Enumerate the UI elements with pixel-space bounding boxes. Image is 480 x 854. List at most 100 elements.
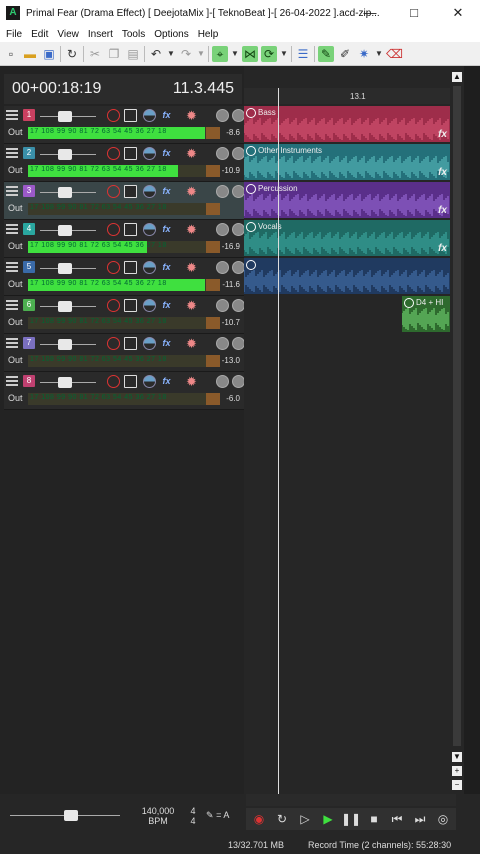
time-signature[interactable]: 44 [186,806,200,826]
fx-icon[interactable]: fx [160,375,173,388]
cut-icon[interactable]: ✂ [87,46,103,62]
snap-icon[interactable]: ⌖ [212,45,228,62]
track-header[interactable]: 6 fx ✹ Out 17 108 99 90 81 72 63 54 45 3… [4,296,245,334]
timeline[interactable]: 13.1 Bass fx Other Instruments fx Percus… [244,66,450,794]
monitor-icon[interactable] [143,109,156,122]
audio-clip[interactable]: Bass fx [244,106,450,142]
arm-record-icon[interactable] [107,261,120,274]
mute-icon[interactable] [124,375,137,388]
auto-crossfade-icon[interactable]: ⋈ [242,45,258,62]
track-menu-icon[interactable] [6,224,18,234]
pan-knob-icon[interactable] [216,223,229,236]
redo-icon[interactable]: ↷ [178,46,194,62]
track-volume-slider[interactable] [58,377,72,388]
gear-icon[interactable]: ✹ [185,337,198,350]
audio-clip[interactable] [244,258,450,294]
gear-icon[interactable]: ✹ [185,299,198,312]
track-volume-slider[interactable] [58,301,72,312]
vertical-scrollbar[interactable]: ▲ ▼ + − [450,66,464,794]
track-header[interactable]: 8 fx ✹ Out 17 108 99 90 81 72 63 54 45 3… [4,372,245,410]
mute-icon[interactable] [124,299,137,312]
pan-knob-icon[interactable] [216,147,229,160]
time-ruler[interactable]: 13.1 [244,88,450,104]
gear-icon[interactable]: ✹ [185,185,198,198]
track-header[interactable]: 1 fx ✹ Out 17 108 99 90 81 72 63 54 45 3… [4,106,245,144]
scroll-thumb[interactable] [453,86,461,746]
track-volume-slider[interactable] [58,339,72,350]
save-icon[interactable]: ▣ [41,46,57,62]
track-header[interactable]: 7 fx ✹ Out 17 108 99 90 81 72 63 54 45 3… [4,334,245,372]
copy-icon[interactable]: ❐ [106,46,122,62]
menu-file[interactable]: File [6,29,22,40]
paste-icon[interactable]: ▤ [125,46,141,62]
pan-knob-icon[interactable] [216,299,229,312]
draw-tool-icon[interactable]: ✐ [337,46,353,62]
fx-icon[interactable]: fx [160,109,173,122]
gear-icon[interactable]: ✹ [185,223,198,236]
menu-tools[interactable]: Tools [122,29,145,40]
mute-icon[interactable] [124,109,137,122]
mute-icon[interactable] [124,261,137,274]
gear-icon[interactable]: ✹ [185,375,198,388]
track-menu-icon[interactable] [6,110,18,120]
edit-tool-icon[interactable]: ✎ [318,45,334,62]
redo-dropdown-icon[interactable]: ▼ [197,46,205,62]
monitor-icon[interactable] [143,375,156,388]
menu-insert[interactable]: Insert [88,29,113,40]
play-from-start-icon[interactable]: ▷ [295,810,315,828]
track-header[interactable]: 3 fx ✹ Out 17 108 99 90 81 72 63 54 45 3… [4,182,245,220]
undo-icon[interactable]: ↶ [148,46,164,62]
track-volume-slider[interactable] [58,187,72,198]
maximize-icon[interactable]: □ [392,0,436,26]
menu-help[interactable]: Help [198,29,219,40]
record-icon[interactable]: ◉ [249,810,269,828]
track-header[interactable]: 2 fx ✹ Out 17 108 99 90 81 72 63 54 45 3… [4,144,245,182]
track-menu-icon[interactable] [6,300,18,310]
audio-clip[interactable]: Percussion fx [244,182,450,218]
fx-icon[interactable]: fx [160,185,173,198]
arm-record-icon[interactable] [107,223,120,236]
lock-envelopes-icon[interactable]: ☰ [295,46,311,62]
gear-icon[interactable]: ✹ [185,261,198,274]
track-menu-icon[interactable] [6,376,18,386]
tool-dropdown-icon[interactable]: ▼ [375,46,383,62]
scroll-up-icon[interactable]: ▲ [452,72,462,82]
playback-cursor[interactable] [278,88,279,794]
track-menu-icon[interactable] [6,186,18,196]
go-to-end-icon[interactable]: ⏭ [410,810,430,828]
horizontal-scrollbar[interactable] [246,794,456,806]
mute-icon[interactable] [124,223,137,236]
scroll-down-icon[interactable]: ▼ [452,752,462,762]
arm-record-icon[interactable] [107,147,120,160]
mute-icon[interactable] [124,337,137,350]
record-arm-icon[interactable]: ◎ [433,810,453,828]
track-volume-slider[interactable] [58,111,72,122]
ripple-dropdown-icon[interactable]: ▼ [280,46,288,62]
undo-dropdown-icon[interactable]: ▼ [167,46,175,62]
track-header[interactable]: 4 fx ✹ Out 17 108 99 90 81 72 63 54 45 3… [4,220,245,258]
gear-icon[interactable]: ✹ [185,147,198,160]
audio-clip[interactable]: Other Instruments fx [244,144,450,180]
monitor-icon[interactable] [143,299,156,312]
arm-record-icon[interactable] [107,299,120,312]
arm-record-icon[interactable] [107,375,120,388]
pan-knob-icon[interactable] [216,109,229,122]
pan-knob-icon[interactable] [216,261,229,274]
go-to-start-icon[interactable]: ⏮ [387,810,407,828]
arm-record-icon[interactable] [107,109,120,122]
loop-icon[interactable]: ↻ [272,810,292,828]
track-menu-icon[interactable] [6,338,18,348]
menu-options[interactable]: Options [154,29,188,40]
master-volume-slider[interactable] [64,810,78,821]
zoom-out-icon[interactable]: − [452,780,462,790]
audio-clip[interactable]: D4 + HI [402,296,450,332]
arm-record-icon[interactable] [107,337,120,350]
mute-icon[interactable] [124,147,137,160]
stop-icon[interactable]: ■ [364,810,384,828]
track-menu-icon[interactable] [6,262,18,272]
new-file-icon[interactable]: ▫ [3,46,19,62]
mute-icon[interactable] [124,185,137,198]
fx-icon[interactable]: fx [160,223,173,236]
audio-clip[interactable]: Vocals fx [244,220,450,256]
monitor-icon[interactable] [143,147,156,160]
